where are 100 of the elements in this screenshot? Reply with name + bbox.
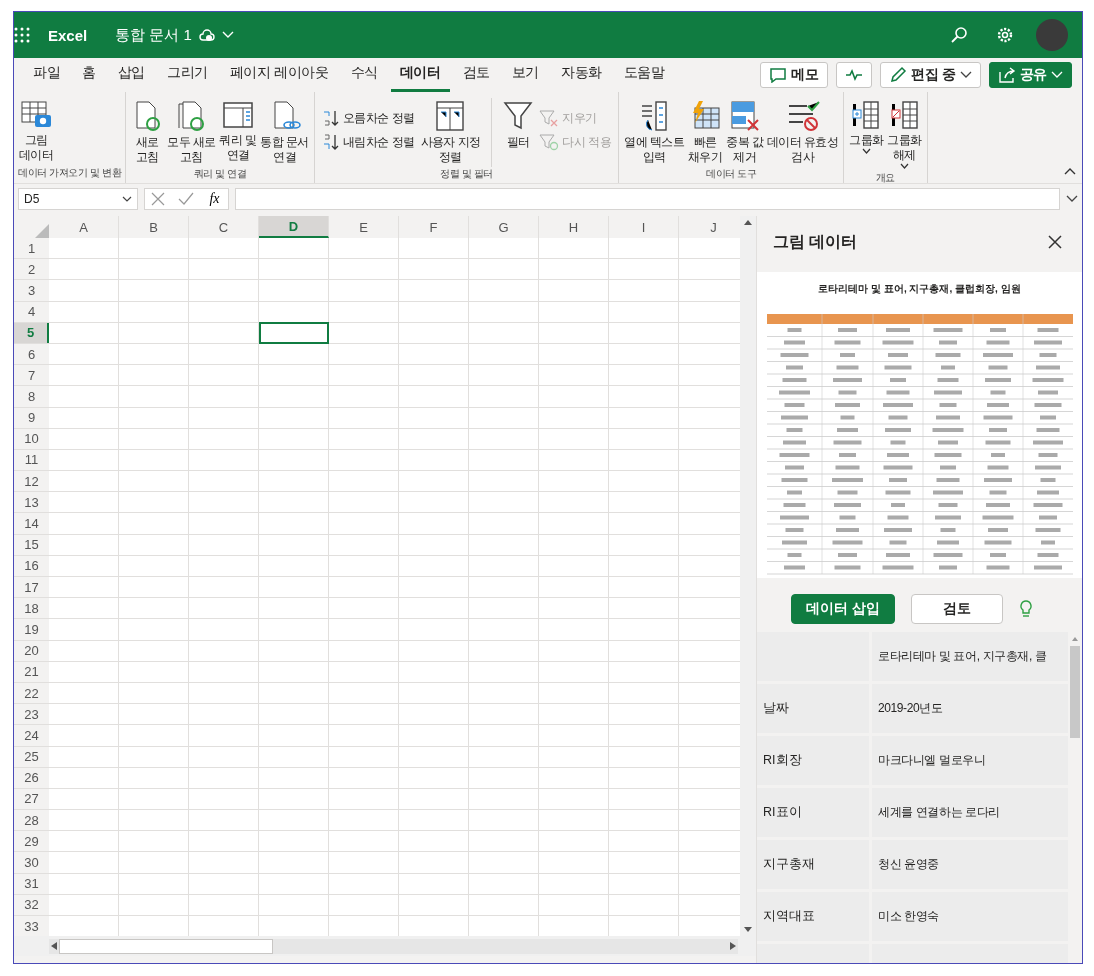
scrollbar-thumb[interactable]: [1070, 646, 1080, 738]
ribbon-tab[interactable]: 홈: [73, 58, 105, 92]
row-header[interactable]: 26: [14, 767, 49, 788]
column-header[interactable]: G: [469, 216, 539, 238]
scroll-up-icon: [743, 218, 753, 226]
row-header[interactable]: 21: [14, 661, 49, 682]
sort-descending-icon: [321, 133, 340, 151]
value-cell: 세계를 연결하는 로다리: [872, 788, 1068, 837]
ribbon-tab[interactable]: 삽입: [108, 58, 154, 92]
row-header[interactable]: 33: [14, 916, 49, 936]
activity-button[interactable]: [835, 62, 872, 88]
ribbon-button[interactable]: 내림차순 정렬: [318, 132, 418, 152]
row-header[interactable]: 6: [14, 343, 49, 365]
document-title[interactable]: 통합 문서 1: [109, 21, 240, 49]
selected-cell[interactable]: [259, 321, 329, 344]
row-header[interactable]: 4: [14, 301, 49, 322]
column-header[interactable]: I: [609, 216, 679, 238]
row-header[interactable]: 15: [14, 534, 49, 555]
caret-icon: [959, 71, 972, 79]
row-header[interactable]: 17: [14, 577, 49, 598]
column-header[interactable]: B: [119, 216, 189, 238]
comments-button[interactable]: 메모: [760, 62, 828, 88]
row-header[interactable]: 24: [14, 725, 49, 746]
row-header[interactable]: 23: [14, 704, 49, 725]
ribbon-tab[interactable]: 데이터: [390, 58, 450, 92]
ribbon-tab[interactable]: 수식: [341, 58, 387, 92]
row-header[interactable]: 12: [14, 471, 49, 492]
table-camera-icon: [20, 100, 53, 130]
row-header[interactable]: 32: [14, 894, 49, 915]
row-header[interactable]: 31: [14, 873, 49, 894]
share-button[interactable]: 공유: [988, 62, 1072, 88]
activity-icon: [844, 69, 863, 81]
row-header[interactable]: 25: [14, 746, 49, 767]
review-button[interactable]: 검토: [910, 594, 1003, 624]
ribbon-tab[interactable]: 파일: [24, 58, 70, 92]
row-header[interactable]: 22: [14, 682, 49, 704]
insert-data-button[interactable]: 데이터 삽입: [791, 594, 895, 624]
ribbon-button[interactable]: 그림 데이터: [18, 98, 55, 165]
row-header[interactable]: 11: [14, 449, 49, 471]
caret-icon: [221, 31, 234, 39]
ribbon-tab[interactable]: 도움말: [614, 58, 674, 92]
ribbon-button[interactable]: 모두 새로 고침: [166, 98, 217, 167]
group-label: 데이터 가져오기 및 변환: [18, 166, 122, 180]
row-header[interactable]: 2: [14, 259, 49, 280]
ribbon-button[interactable]: 중복 값 제거: [725, 98, 765, 167]
row-header[interactable]: 13: [14, 492, 49, 513]
row-header[interactable]: 30: [14, 852, 49, 873]
row-header[interactable]: 8: [14, 386, 49, 407]
editing-mode-button[interactable]: 편집 중: [879, 62, 981, 88]
scroll-left-icon: [49, 941, 59, 951]
row-header[interactable]: 3: [14, 280, 49, 301]
column-header[interactable]: F: [399, 216, 469, 238]
row-header[interactable]: 19: [14, 619, 49, 640]
avatar[interactable]: [1036, 19, 1068, 51]
ribbon-button[interactable]: 사용자 지정 정렬: [419, 98, 482, 167]
row-header[interactable]: 18: [14, 598, 49, 619]
column-header[interactable]: D: [259, 216, 329, 238]
insert-function-button[interactable]: fx: [207, 190, 222, 207]
ribbon-button[interactable]: 데이터 유효성 검사: [766, 98, 840, 167]
row-header[interactable]: 28: [14, 810, 49, 831]
row-header[interactable]: 9: [14, 407, 49, 428]
row-header[interactable]: 5: [14, 322, 49, 343]
scrollbar-thumb[interactable]: [59, 938, 273, 954]
ribbon-button[interactable]: 열에 텍스트 입력: [623, 98, 685, 167]
row-header[interactable]: 1: [14, 238, 49, 259]
group-label: 개요: [874, 171, 896, 185]
name-box[interactable]: D5: [18, 187, 138, 210]
row-header[interactable]: 10: [14, 428, 49, 449]
ribbon-tab[interactable]: 자동화: [551, 58, 611, 92]
ribbon-tab[interactable]: 보기: [502, 58, 548, 92]
column-header[interactable]: A: [49, 216, 119, 238]
ungroup-rows-icon: [888, 100, 921, 130]
ribbon-button[interactable]: 필터: [502, 98, 535, 152]
ribbon-button[interactable]: 빠른 채우기: [686, 98, 724, 167]
formula-input[interactable]: [235, 187, 1060, 210]
row-header[interactable]: 14: [14, 513, 49, 534]
ribbon-tab[interactable]: 검토: [453, 58, 499, 92]
ribbon-button[interactable]: 새로 고침: [130, 98, 165, 167]
group-label: 정렬 및 필터: [439, 167, 494, 181]
ribbon-button[interactable]: 쿼리 및 연결: [218, 98, 258, 165]
row-header[interactable]: 16: [14, 555, 49, 576]
clear-filter-icon: [539, 109, 560, 127]
row-header[interactable]: 27: [14, 788, 49, 810]
close-button[interactable]: [1046, 233, 1064, 251]
ribbon-button[interactable]: 오름차순 정렬: [318, 108, 418, 128]
field-cell: 지구총재: [757, 840, 869, 889]
ribbon-button[interactable]: 통합 문서 연결: [259, 98, 310, 167]
row-header[interactable]: 29: [14, 831, 49, 852]
column-header[interactable]: H: [539, 216, 609, 238]
lightbulb-icon: [1018, 599, 1033, 619]
ribbon-button[interactable]: 그룹화: [848, 98, 885, 156]
caret-icon: [122, 195, 132, 202]
close-icon: [1048, 235, 1062, 249]
ribbon-tab[interactable]: 페이지 레이아웃: [220, 58, 338, 92]
row-header[interactable]: 20: [14, 640, 49, 661]
ribbon-button[interactable]: 그룹화 해제: [886, 98, 923, 171]
ribbon-tab[interactable]: 그리기: [158, 58, 217, 92]
row-header[interactable]: 7: [14, 365, 49, 386]
filter-icon: [503, 100, 534, 132]
column-header[interactable]: E: [329, 216, 399, 238]
